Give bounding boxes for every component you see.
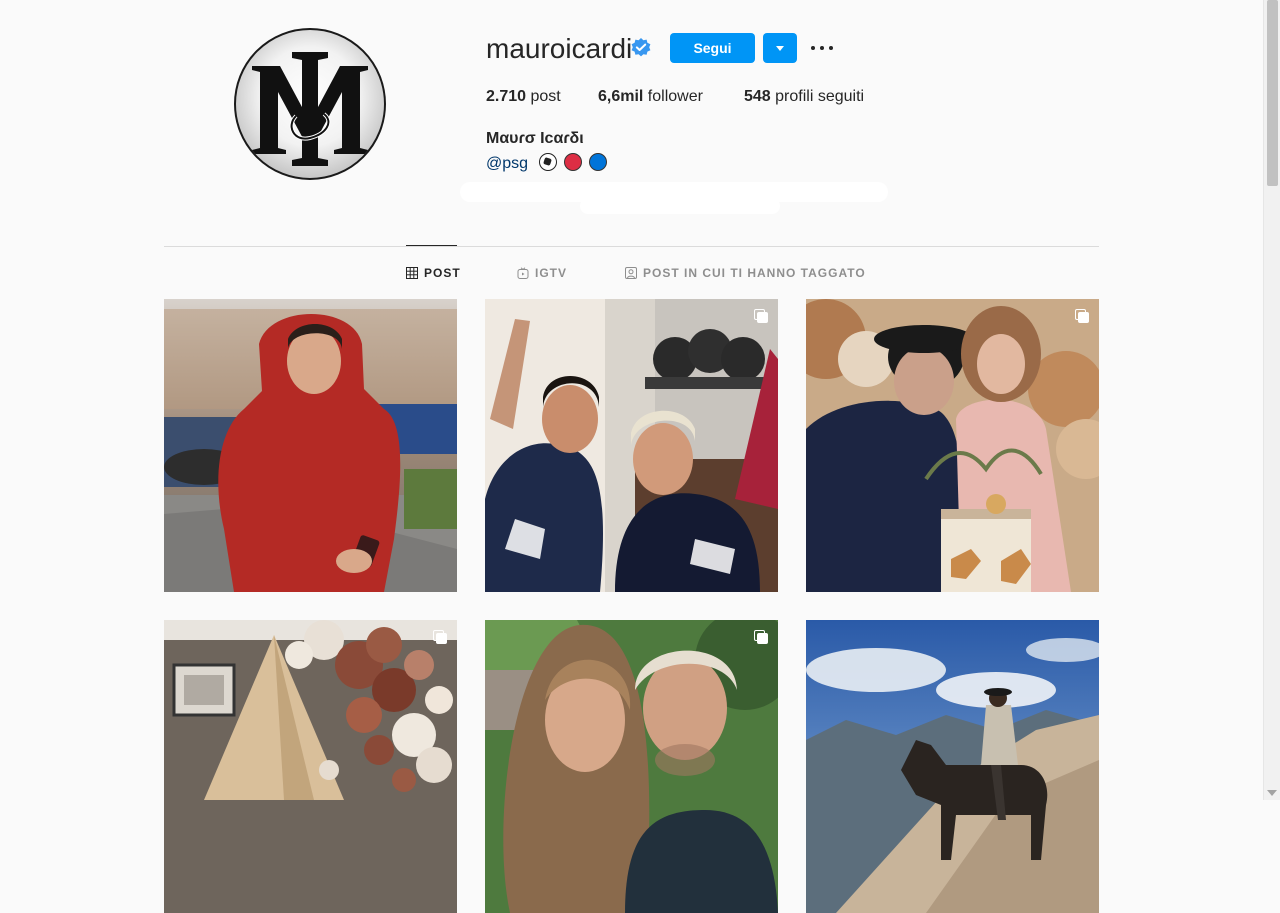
posts-count: 2.710 post <box>486 88 561 105</box>
mi-logo-icon <box>252 52 368 166</box>
profile-username: mauroicardi <box>486 33 633 64</box>
tabs-divider <box>164 246 1099 247</box>
followers-link[interactable]: 6,6mil follower <box>598 88 703 106</box>
verified-badge-icon <box>631 38 651 57</box>
page-scrollbar[interactable] <box>1263 0 1280 800</box>
more-options-button[interactable] <box>810 38 834 58</box>
post-thumbnail[interactable] <box>485 620 778 913</box>
post-thumbnail[interactable] <box>164 299 457 592</box>
tab-igtv[interactable]: IGTV <box>517 266 567 280</box>
tab-posts-label: POST <box>424 266 461 280</box>
post-image <box>485 620 778 913</box>
tab-posts[interactable]: POST <box>406 266 461 280</box>
post-image <box>164 620 457 913</box>
profile-avatar[interactable] <box>234 28 386 180</box>
post-thumbnail[interactable] <box>806 620 1099 913</box>
tab-tagged-label: POST IN CUI TI HANNO TAGGATO <box>643 266 866 280</box>
blue-circle-icon <box>589 153 608 171</box>
tab-igtv-label: IGTV <box>535 266 568 280</box>
post-thumbnail[interactable] <box>485 299 778 592</box>
post-image <box>485 299 778 592</box>
red-circle-icon <box>563 153 582 171</box>
scrollbar-thumb[interactable] <box>1267 0 1278 186</box>
tab-tagged[interactable]: POST IN CUI TI HANNO TAGGATO <box>625 266 866 280</box>
chevron-down-icon <box>776 45 784 51</box>
profile-bio: @psg <box>486 153 608 173</box>
multiple-photos-icon <box>754 309 768 323</box>
active-tab-indicator <box>406 245 457 246</box>
scroll-down-arrow-icon[interactable] <box>1267 790 1277 796</box>
multiple-photos-icon <box>754 630 768 644</box>
profile-full-name: Μαυɾσ Ιcαɾδι <box>486 130 584 147</box>
grid-icon <box>406 267 418 279</box>
soccer-ball-icon <box>538 153 557 171</box>
redacted-area <box>580 198 780 214</box>
igtv-icon <box>517 267 529 279</box>
follow-button[interactable]: Segui <box>670 33 755 63</box>
multiple-photos-icon <box>433 630 447 644</box>
multiple-photos-icon <box>1075 309 1089 323</box>
post-thumbnail[interactable] <box>806 299 1099 592</box>
bio-mention-link[interactable]: @psg <box>486 155 528 172</box>
post-image <box>806 620 1099 913</box>
post-image <box>806 299 1099 592</box>
following-link[interactable]: 548 profili seguiti <box>744 88 864 106</box>
tagged-icon <box>625 267 637 279</box>
post-thumbnail[interactable] <box>164 620 457 913</box>
suggested-accounts-dropdown-button[interactable] <box>763 33 797 63</box>
post-image <box>164 299 457 592</box>
